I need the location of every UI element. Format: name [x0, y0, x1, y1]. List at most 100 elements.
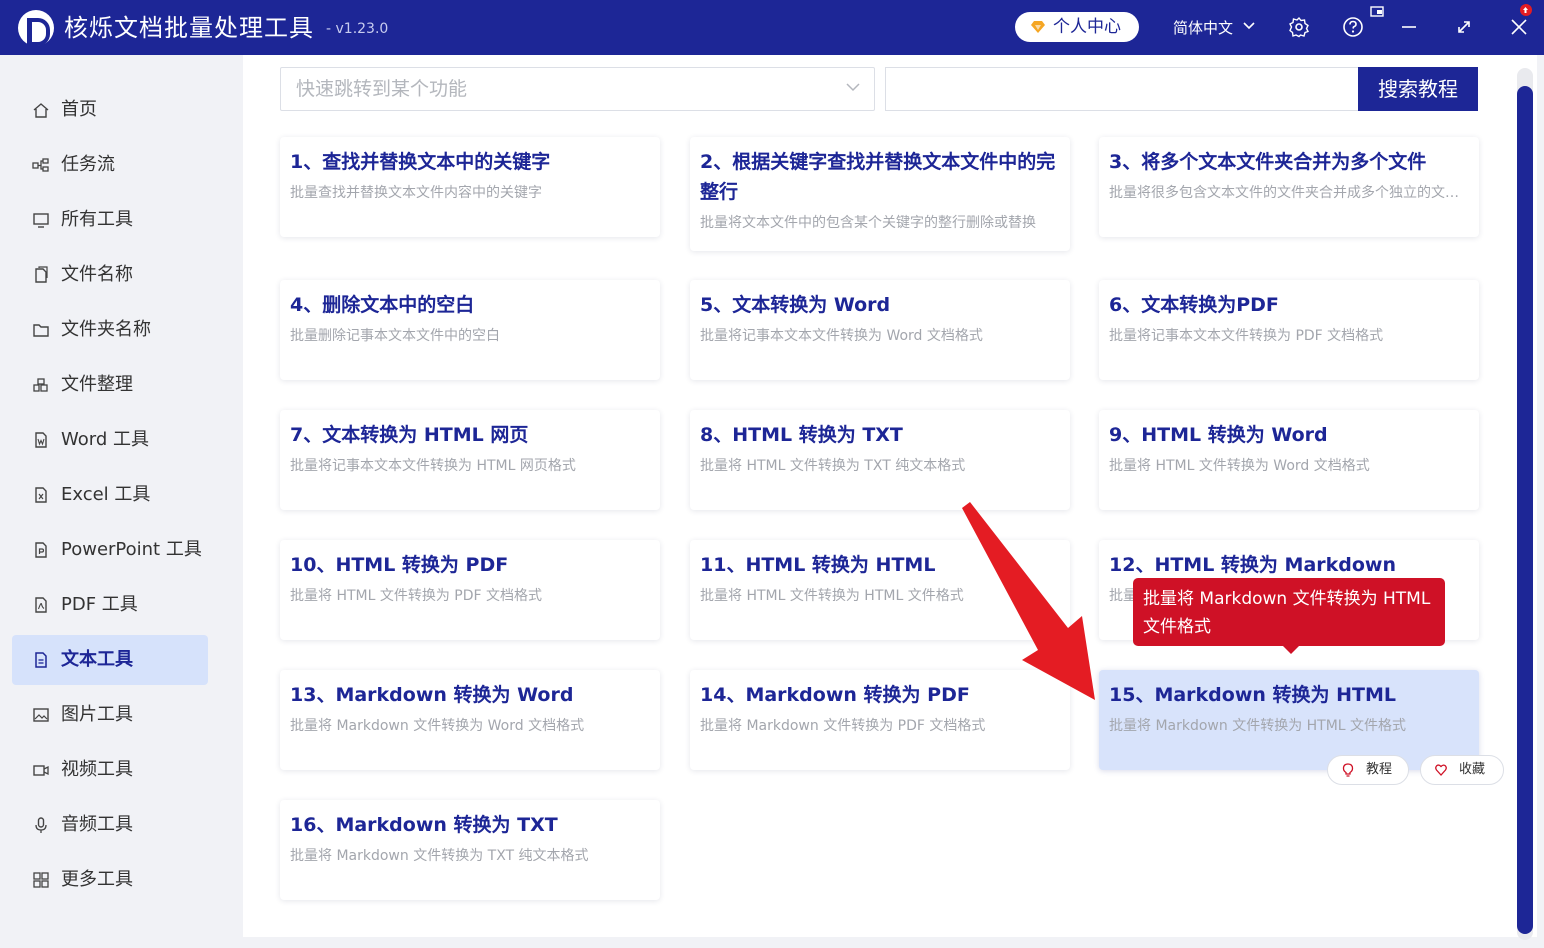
word-icon — [35, 432, 47, 448]
notification-badge-icon[interactable] — [1514, 2, 1534, 20]
tool-card-description: 批量将 Markdown 文件转换为 PDF 文档格式 — [700, 718, 986, 734]
tool-card-title: 4、删除文本中的空白 — [290, 294, 475, 316]
tool-card-title: 7、文本转换为 HTML 网页 — [290, 424, 529, 446]
annotation-arrow-icon — [962, 502, 1095, 700]
sidebar-item-0[interactable]: 首页 — [12, 85, 208, 135]
tutorial-button-label: 教程 — [1366, 762, 1393, 777]
quick-jump-select[interactable]: 快速跳转到某个功能 — [280, 67, 875, 111]
tool-card-description: 批量将记事本文本文件转换为 Word 文档格式 — [700, 328, 983, 344]
scrollbar-thumb[interactable] — [1517, 86, 1533, 934]
sidebar-item-label: PowerPoint 工具 — [61, 539, 202, 560]
sidebar-item-10[interactable]: 文本工具 — [12, 635, 208, 685]
favorite-button[interactable]: 收藏 — [1420, 755, 1504, 785]
sidebar-item-label: 任务流 — [61, 154, 115, 175]
tool-card-description: 批量将很多包含文本文件的文件夹合并成多个独立的文本文件 — [1109, 185, 1469, 201]
app-title: 核烁文档批量处理工具 — [64, 14, 314, 42]
ppt-icon — [35, 542, 47, 558]
sidebar-item-1[interactable]: 任务流 — [12, 140, 208, 190]
minimize-icon[interactable] — [1398, 16, 1420, 38]
sidebar-item-label: 视频工具 — [61, 759, 133, 780]
tool-card[interactable]: 2、根据关键字查找并替换文本文件中的完整行批量将文本文件中的包含某个关键字的整行… — [690, 137, 1070, 251]
sidebar-item-label: 文本工具 — [61, 649, 133, 670]
tool-card-description: 批量将 Markdown 文件转换为 HTML 文件格式 — [1109, 718, 1407, 734]
sidebar-item-label: 音频工具 — [61, 814, 133, 835]
search-tutorial-button[interactable]: 搜索教程 — [1358, 67, 1478, 111]
video-icon — [33, 765, 49, 776]
tool-card-title: 8、HTML 转换为 TXT — [700, 424, 903, 446]
quick-jump-placeholder: 快速跳转到某个功能 — [296, 78, 468, 100]
sidebar-item-11[interactable]: 图片工具 — [12, 690, 208, 740]
sidebar-item-label: 图片工具 — [61, 704, 133, 725]
pdf-icon — [35, 597, 47, 613]
text-file-icon — [35, 652, 47, 668]
tool-card-description: 批量将 HTML 文件转换为 Word 文档格式 — [1109, 458, 1370, 474]
language-selector[interactable]: 简体中文 — [1173, 17, 1233, 39]
sidebar-item-label: Word 工具 — [61, 429, 149, 450]
title-bar: 核烁文档批量处理工具 - v1.23.0 个人中心 简体中文 — [0, 0, 1544, 55]
maximize-icon[interactable] — [1453, 16, 1475, 38]
tool-card[interactable]: 7、文本转换为 HTML 网页 批量将记事本文本文件转换为 HTML 网页格式 — [280, 410, 660, 510]
home-icon — [33, 103, 49, 118]
main-panel: 快速跳转到某个功能 搜索教程 1、查找并替换文本中的关键字 批量查找并替换文本文件… — [243, 55, 1537, 937]
tool-card[interactable]: 3、将多个文本文件夹合并为多个文件批量将很多包含文本文件的文件夹合并成多个独立的… — [1099, 137, 1479, 237]
sidebar-item-12[interactable]: 视频工具 — [12, 745, 208, 795]
image-icon — [33, 708, 49, 722]
tutorial-search-input[interactable] — [885, 67, 1360, 111]
diamond-icon — [1031, 21, 1045, 33]
sidebar-item-label: 所有工具 — [61, 209, 133, 230]
tool-card-description: 批量将文本文件中的包含某个关键字的整行删除或替换 — [700, 215, 1036, 231]
tool-card[interactable]: 16、Markdown 转换为 TXT 批量将 Markdown 文件转换为 TX… — [280, 800, 660, 900]
tool-card-title: 13、Markdown 转换为 Word — [290, 684, 574, 706]
gear-icon[interactable] — [1288, 16, 1310, 38]
tool-card-description: 批量将 Markdown 文件转换为 TXT 纯文本格式 — [290, 848, 589, 864]
sidebar-item-label: 文件夹名称 — [61, 319, 151, 340]
tool-card-description: 批量将 HTML 文件转换为 PDF 文档格式 — [290, 588, 543, 604]
tool-card[interactable]: 1、查找并替换文本中的关键字 批量查找并替换文本文件内容中的关键字 — [280, 137, 660, 237]
tool-card-description: 批量将 HTML 文件转换为 TXT 纯文本格式 — [700, 458, 966, 474]
tool-card[interactable]: 9、HTML 转换为 Word 批量将 HTML 文件转换为 Word 文档格式 — [1099, 410, 1479, 510]
lightbulb-icon — [1342, 763, 1354, 777]
tool-card[interactable]: 15、Markdown 转换为 HTML 批量将 Markdown 文件转换为 H… — [1099, 670, 1479, 770]
sidebar-item-4[interactable]: 文件夹名称 — [12, 305, 208, 355]
sidebar: 首页任务流所有工具文件名称文件夹名称文件整理 Word 工具 Excel 工具 Pow… — [0, 55, 243, 948]
tool-card-description: 批量将 Markdown 文件转换为 Word 文档格式 — [290, 718, 585, 734]
excel-icon — [35, 487, 47, 503]
window-pin-icon[interactable] — [1369, 4, 1387, 20]
sidebar-item-3[interactable]: 文件名称 — [12, 250, 208, 300]
monitor-icon — [33, 213, 49, 228]
tool-card[interactable]: 6、文本转换为PDF 批量将记事本文本文件转换为 PDF 文档格式 — [1099, 280, 1479, 380]
sidebar-item-label: 文件名称 — [61, 264, 133, 285]
file-rename-icon — [35, 266, 48, 283]
tool-card-title: 9、HTML 转换为 Word — [1109, 424, 1328, 446]
tool-card-title: 2、根据关键字查找并替换文本文件中的完整行 — [700, 151, 1056, 203]
tool-card-title: 3、将多个文本文件夹合并为多个文件 — [1109, 151, 1427, 173]
card-tooltip: 批量将 Markdown 文件转换为 HTML 文件格式 — [1133, 578, 1445, 654]
tool-card-title: 5、文本转换为 Word — [700, 294, 891, 316]
sidebar-item-13[interactable]: 音频工具 — [12, 800, 208, 850]
tool-card[interactable]: 4、删除文本中的空白批量删除记事本文本文件中的空白 — [280, 280, 660, 380]
app-logo-icon — [18, 10, 54, 46]
tool-card[interactable]: 10、HTML 转换为 PDF 批量将 HTML 文件转换为 PDF 文档格式 — [280, 540, 660, 640]
sidebar-item-label: 文件整理 — [61, 374, 133, 395]
tool-card-title: 1、查找并替换文本中的关键字 — [290, 151, 551, 173]
chevron-down-icon[interactable] — [1243, 22, 1255, 30]
sidebar-item-label: 首页 — [61, 99, 97, 120]
sidebar-item-2[interactable]: 所有工具 — [12, 195, 208, 245]
sidebar-item-7[interactable]: Excel 工具 — [12, 470, 208, 520]
tool-card-description: 批量删除记事本文本文件中的空白 — [290, 328, 500, 344]
help-icon[interactable] — [1342, 16, 1364, 38]
chevron-down-icon — [846, 83, 860, 92]
sidebar-item-14[interactable]: 更多工具 — [12, 855, 208, 905]
tool-card[interactable]: 8、HTML 转换为 TXT 批量将 HTML 文件转换为 TXT 纯文本格式 — [690, 410, 1070, 510]
sidebar-item-8[interactable]: PowerPoint 工具 — [12, 525, 208, 575]
sidebar-item-5[interactable]: 文件整理 — [12, 360, 208, 410]
tool-card-title: 12、HTML 转换为 Markdown — [1109, 554, 1397, 576]
tool-card-title: 10、HTML 转换为 PDF — [290, 554, 509, 576]
user-center-button[interactable]: 个人中心 — [1015, 12, 1139, 42]
tool-card[interactable]: 5、文本转换为 Word 批量将记事本文本文件转换为 Word 文档格式 — [690, 280, 1070, 380]
sidebar-item-9[interactable]: PDF 工具 — [12, 580, 208, 630]
folder-icon — [33, 324, 49, 337]
sidebar-item-6[interactable]: Word 工具 — [12, 415, 208, 465]
tool-card[interactable]: 13、Markdown 转换为 Word 批量将 Markdown 文件转换为 W… — [280, 670, 660, 770]
tutorial-button[interactable]: 教程 — [1327, 755, 1409, 785]
